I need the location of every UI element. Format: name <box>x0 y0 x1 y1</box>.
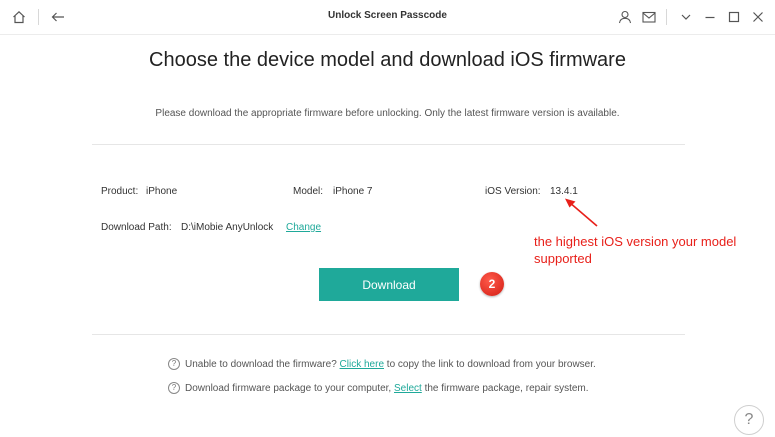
close-icon <box>753 12 763 22</box>
user-icon <box>618 10 632 24</box>
product-label: Product: <box>101 186 139 197</box>
title-bar: Unlock Screen Passcode <box>0 0 775 35</box>
model-label: Model: <box>293 186 324 197</box>
select-link[interactable]: Select <box>394 383 422 394</box>
help-line1-prefix: Unable to download the firmware? <box>185 358 337 370</box>
page-subtitle: Please download the appropriate firmware… <box>155 108 620 119</box>
question-icon: ? <box>168 382 180 394</box>
product-value: iPhone <box>146 186 178 197</box>
page-title: Choose the device model and download iOS… <box>149 49 626 71</box>
title-bar-divider-right <box>666 9 667 25</box>
maximize-button[interactable] <box>723 6 745 28</box>
menu-dropdown-button[interactable] <box>675 6 697 28</box>
title-bar-right <box>612 6 769 28</box>
mail-button[interactable] <box>638 6 660 28</box>
help-line-select-package: ? Download firmware package to your comp… <box>168 382 589 394</box>
step-badge: 2 <box>480 272 504 296</box>
download-path-value: D:\iMobie AnyUnlock <box>181 222 274 233</box>
model-value: iPhone 7 <box>333 186 373 197</box>
chevron-down-icon <box>681 14 691 20</box>
download-path-label: Download Path: <box>101 222 172 233</box>
close-button[interactable] <box>747 6 769 28</box>
help-line1-suffix: to copy the link to download from your b… <box>386 358 596 370</box>
help-button[interactable]: ? <box>734 405 764 435</box>
mail-icon <box>642 11 656 23</box>
divider-top <box>92 144 685 145</box>
minimize-button[interactable] <box>699 6 721 28</box>
annotation-arrow <box>565 198 598 227</box>
maximize-icon <box>728 11 740 23</box>
minimize-icon <box>705 16 715 19</box>
help-line2-suffix: the firmware package, repair system. <box>424 382 589 394</box>
question-icon: ? <box>168 358 180 370</box>
divider-bottom <box>92 334 685 335</box>
help-line2-prefix: Download firmware package to your comput… <box>185 382 392 394</box>
click-here-link[interactable]: Click here <box>340 359 384 370</box>
annotation-text: the highest iOS version your model suppo… <box>534 234 737 266</box>
help-line-copy-link: ? Unable to download the firmware? Click… <box>168 358 596 370</box>
download-button[interactable]: Download <box>319 268 459 301</box>
account-button[interactable] <box>614 6 636 28</box>
change-path-link[interactable]: Change <box>286 222 321 233</box>
ios-version-label: iOS Version: <box>485 186 541 197</box>
help-icon: ? <box>744 411 754 428</box>
